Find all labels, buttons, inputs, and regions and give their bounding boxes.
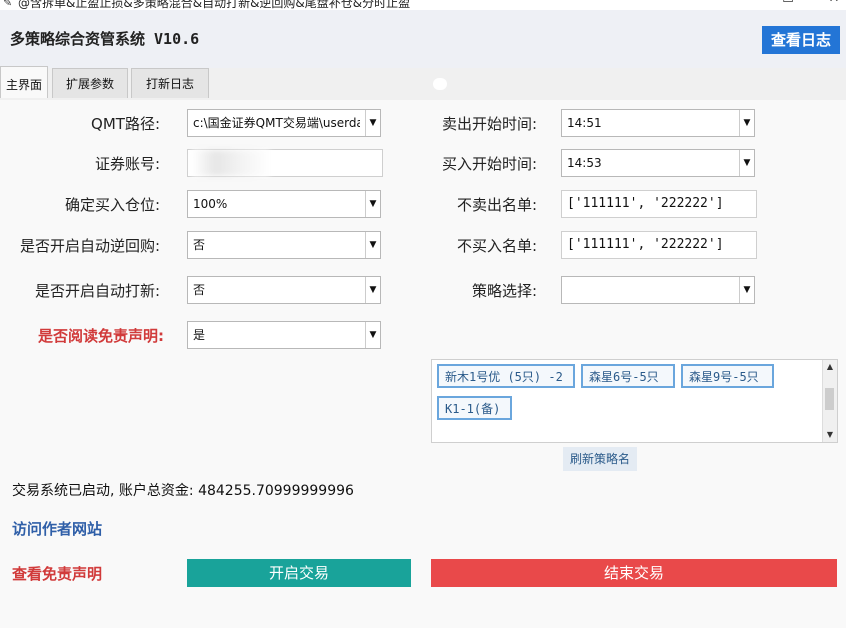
reverse-repo-select[interactable]: 否 ▼ [187, 231, 381, 259]
qmt-path-value: c:\国金证券QMT交易端\userda [193, 116, 360, 130]
tab-bar: 主界面 扩展参数 打新日志 [0, 66, 846, 100]
no-buy-field[interactable]: ['111111', '222222'] [561, 231, 757, 259]
account-label: 证券账号: [94, 155, 160, 173]
tab-ipo-log[interactable]: 打新日志 [131, 68, 209, 98]
account-field[interactable] [187, 149, 383, 177]
disclaimer-read-value: 是 [193, 328, 206, 342]
strategy-chip[interactable]: 森星9号-5只 [681, 364, 774, 388]
maximize-button[interactable]: ☐ [768, 0, 808, 9]
chevron-down-icon[interactable]: ▼ [365, 110, 380, 136]
scroll-thumb[interactable] [825, 388, 834, 410]
visit-author-link[interactable]: 访问作者网站 [12, 518, 102, 539]
reverse-repo-value: 否 [193, 238, 206, 252]
scroll-up-icon[interactable]: ▲ [823, 360, 837, 374]
strategy-select[interactable]: ▼ [561, 276, 755, 304]
tab-main[interactable]: 主界面 [0, 66, 48, 98]
no-sell-field[interactable]: ['111111', '222222'] [561, 190, 757, 218]
no-sell-label: 不卖出名单: [456, 196, 537, 214]
close-button[interactable]: ✕ [814, 0, 846, 9]
tab-extended-params[interactable]: 扩展参数 [52, 68, 128, 98]
disclaimer-read-select[interactable]: 是 ▼ [187, 321, 381, 349]
buy-start-label: 买入开始时间: [441, 155, 537, 173]
view-log-button[interactable]: 查看日志 [762, 26, 840, 54]
strategy-chip[interactable]: 新木1号优 (5只) -2 [437, 364, 575, 388]
sell-start-value: 14:51 [567, 116, 602, 130]
app-title: 多策略综合资管系统 V10.6 [10, 30, 200, 48]
window-title: @含拆单&止盈止损&多策略混合&自动打新&逆回购&尾盘补仓&分时止盈 [18, 0, 411, 10]
strategy-scrollbar[interactable]: ▲ ▼ [822, 360, 837, 442]
strategy-chip[interactable]: 森星6号-5只 [581, 364, 675, 388]
disclaimer-read-label: 是否阅读免责声明: [38, 327, 164, 345]
sell-start-select[interactable]: 14:51 ▼ [561, 109, 755, 137]
no-buy-label: 不买入名单: [456, 237, 537, 255]
strategy-chip[interactable]: K1-1(备) [437, 396, 512, 420]
qmt-path-label: QMT路径: [91, 115, 160, 133]
buy-start-value: 14:53 [567, 156, 602, 170]
strategy-label: 策略选择: [471, 282, 537, 300]
position-label: 确定买入仓位: [64, 196, 160, 214]
sell-start-label: 卖出开始时间: [441, 115, 537, 133]
minimize-button[interactable]: — [722, 0, 762, 9]
refresh-strategy-button[interactable]: 刷新策略名 [563, 447, 637, 471]
chevron-down-icon[interactable]: ▼ [365, 322, 380, 348]
chevron-down-icon[interactable]: ▼ [739, 150, 754, 176]
position-value: 100% [193, 197, 228, 211]
scroll-down-icon[interactable]: ▼ [823, 428, 837, 442]
qmt-path-select[interactable]: c:\国金证券QMT交易端\userda ▼ [187, 109, 381, 137]
chevron-down-icon[interactable]: ▼ [739, 277, 754, 303]
window-titlebar: ✎ @含拆单&止盈止损&多策略混合&自动打新&逆回购&尾盘补仓&分时止盈 — ☐… [0, 0, 846, 10]
position-select[interactable]: 100% ▼ [187, 190, 381, 218]
no-sell-value: ['111111', '222222'] [567, 196, 724, 211]
reverse-repo-label: 是否开启自动逆回购: [19, 237, 160, 255]
status-text: 交易系统已启动, 账户总资金: 484255.70999999996 [12, 483, 354, 499]
view-disclaimer-link[interactable]: 查看免责声明 [12, 563, 102, 584]
ipo-label: 是否开启自动打新: [34, 282, 160, 300]
stop-trading-button[interactable]: 结束交易 [431, 559, 837, 587]
no-buy-value: ['111111', '222222'] [567, 237, 724, 252]
redacted-account-blur [192, 150, 270, 176]
ipo-value: 否 [193, 283, 206, 297]
chevron-down-icon[interactable]: ▼ [365, 191, 380, 217]
chevron-down-icon[interactable]: ▼ [365, 232, 380, 258]
start-trading-button[interactable]: 开启交易 [187, 559, 411, 587]
buy-start-select[interactable]: 14:53 ▼ [561, 149, 755, 177]
app-icon: ✎ [3, 0, 13, 9]
chevron-down-icon[interactable]: ▼ [739, 110, 754, 136]
strategy-list: 新木1号优 (5只) -2 森星6号-5只 森星9号-5只 K1-1(备) ▲ … [431, 359, 838, 443]
main-panel: QMT路径: 证券账号: 确定买入仓位: 是否开启自动逆回购: 是否开启自动打新… [0, 100, 846, 628]
ipo-select[interactable]: 否 ▼ [187, 276, 381, 304]
chevron-down-icon[interactable]: ▼ [365, 277, 380, 303]
